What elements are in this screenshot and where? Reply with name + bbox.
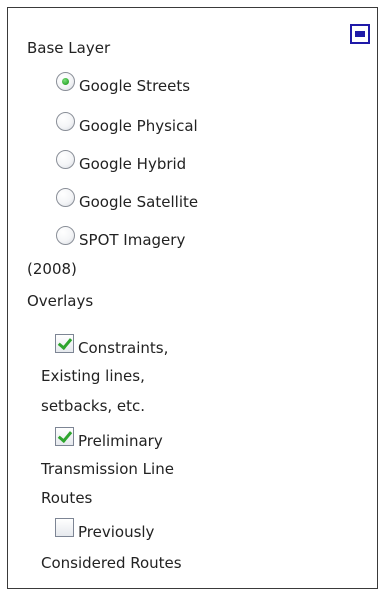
overlay-label: Considered Routes bbox=[41, 554, 182, 572]
base-layer-heading: Base Layer bbox=[27, 39, 111, 57]
radio-label: SPOT Imagery bbox=[79, 230, 186, 249]
radio-button[interactable] bbox=[56, 72, 75, 91]
overlay-checkbox-preliminary-routes[interactable] bbox=[55, 427, 74, 446]
radio-label: Google Physical bbox=[79, 116, 198, 135]
overlay-label: Routes bbox=[41, 489, 93, 507]
radio-button[interactable] bbox=[56, 112, 75, 131]
minimize-button[interactable] bbox=[350, 24, 370, 44]
overlay-checkbox-previous-routes[interactable] bbox=[55, 518, 74, 537]
overlay-label: Previously bbox=[78, 523, 155, 541]
radio-label-continuation: (2008) bbox=[27, 260, 77, 278]
radio-option-google-physical[interactable]: Google Physical bbox=[56, 112, 198, 135]
radio-option-google-hybrid[interactable]: Google Hybrid bbox=[56, 150, 187, 173]
radio-button[interactable] bbox=[56, 150, 75, 169]
overlay-label: Existing lines, bbox=[41, 367, 145, 385]
radio-button[interactable] bbox=[56, 188, 75, 207]
radio-label: Google Streets bbox=[79, 76, 191, 95]
radio-option-spot-imagery[interactable]: SPOT Imagery bbox=[56, 226, 186, 249]
layer-switcher-panel: Base Layer Google Streets Google Physica… bbox=[7, 7, 378, 589]
minimize-icon bbox=[355, 31, 365, 37]
radio-option-google-streets[interactable]: Google Streets bbox=[56, 72, 191, 95]
overlay-label: Constraints, bbox=[78, 339, 169, 357]
overlay-checkbox-constraints[interactable] bbox=[55, 334, 74, 353]
overlay-label: Transmission Line bbox=[41, 460, 174, 478]
radio-label: Google Hybrid bbox=[79, 154, 187, 173]
overlays-heading: Overlays bbox=[27, 292, 94, 310]
radio-option-google-satellite[interactable]: Google Satellite bbox=[56, 188, 199, 211]
radio-label: Google Satellite bbox=[79, 192, 199, 211]
radio-button[interactable] bbox=[56, 226, 75, 245]
overlay-label: setbacks, etc. bbox=[41, 397, 146, 415]
overlay-label: Preliminary bbox=[78, 432, 163, 450]
